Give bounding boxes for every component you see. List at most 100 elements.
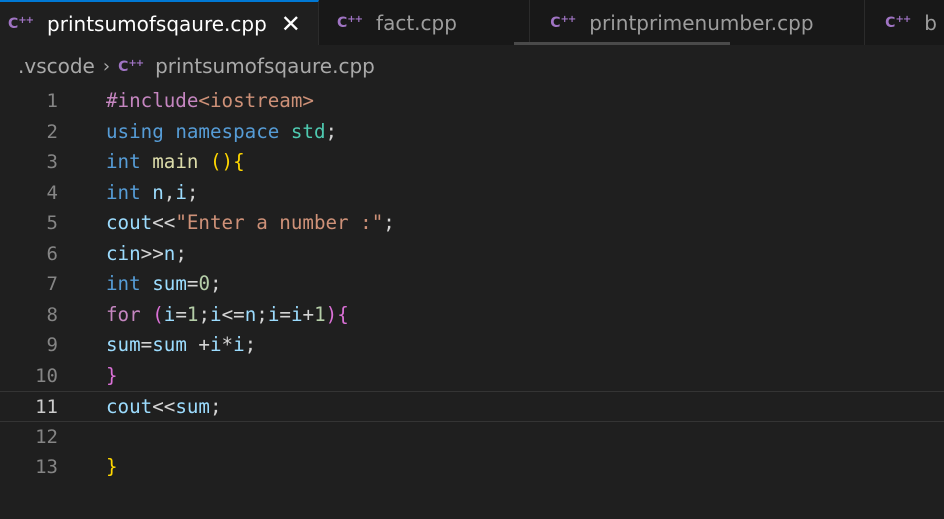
code-token: =: [140, 333, 153, 356]
code-token: sum: [106, 333, 141, 356]
code-token: sum: [175, 395, 210, 418]
code-token: i: [267, 302, 280, 326]
code-line[interactable]: 6 cin>>n;: [0, 239, 944, 270]
code-token: >>: [140, 241, 164, 265]
code-line[interactable]: 4 int n,i;: [0, 178, 944, 209]
code-line[interactable]: 13}: [0, 452, 944, 483]
code-token: ;: [244, 333, 257, 356]
line-number: 3: [46, 151, 58, 173]
code-token: for: [106, 302, 141, 326]
code-text: int sum=0;: [106, 269, 222, 299]
code-token: =: [186, 272, 199, 295]
line-number: 4: [46, 181, 58, 204]
cpp-file-icon: C++: [336, 14, 363, 31]
line-number: 10: [35, 364, 58, 387]
line-number: 12: [35, 425, 58, 448]
code-token: 1: [314, 302, 326, 326]
code-line[interactable]: 9 sum=sum +i*i;: [0, 330, 944, 361]
code-token: using: [106, 119, 164, 143]
code-token: std: [290, 119, 326, 143]
tab-fact[interactable]: C++ fact.cpp: [318, 0, 531, 45]
tab-label: printsumofsqaure.cpp: [47, 11, 267, 36]
code-token: n: [244, 302, 257, 326]
code-token: <iostream>: [198, 89, 314, 112]
tab-bar: C++ printsumofsqaure.cpp ✕ C++ fact.cpp …: [0, 0, 944, 45]
code-line[interactable]: 3 int main (){: [0, 147, 944, 178]
code-text: cout<<"Enter a number :";: [106, 208, 395, 238]
code-line[interactable]: 5 cout<<"Enter a number :";: [0, 208, 944, 239]
code-token: i: [233, 333, 245, 356]
code-token: =: [279, 302, 291, 326]
code-token: int: [106, 180, 141, 204]
close-icon[interactable]: ✕: [281, 12, 301, 36]
code-line[interactable]: 7 int sum=0;: [0, 269, 944, 300]
cpp-file-icon: C++: [118, 57, 144, 75]
line-number: 7: [46, 273, 58, 295]
tab-label: fact.cpp: [376, 10, 457, 35]
line-number: 13: [35, 456, 58, 478]
breadcrumb: .vscode › C++ printsumofsqaure.cpp: [0, 45, 944, 87]
code-line[interactable]: 2 using namespace std;: [0, 117, 944, 148]
code-text: #include<iostream>: [106, 86, 314, 116]
code-token: ): [325, 302, 338, 326]
line-number: 1: [46, 90, 58, 112]
code-token: i: [163, 302, 176, 326]
chevron-right-icon: ›: [102, 55, 111, 77]
code-token: ;: [256, 302, 268, 326]
code-token: cin: [106, 241, 141, 265]
tab-printsumofsqaure[interactable]: C++ printsumofsqaure.cpp ✕: [0, 0, 319, 45]
tab-printprimenumber[interactable]: C++ printprimenumber.cpp: [530, 0, 866, 45]
code-line[interactable]: 11 cout<<sum;: [0, 391, 944, 422]
code-token: *: [221, 333, 234, 356]
breadcrumb-file[interactable]: printsumofsqaure.cpp: [155, 54, 375, 78]
cpp-file-icon: C++: [550, 14, 576, 31]
breadcrumb-folder[interactable]: .vscode: [18, 54, 95, 78]
code-line[interactable]: 1 #include<iostream>: [0, 86, 944, 117]
code-line[interactable]: 12: [0, 422, 944, 453]
code-line[interactable]: 8 for (i=1;i<=n;i=i+1){: [0, 300, 944, 331]
line-number: 9: [46, 334, 58, 356]
line-number: 6: [46, 242, 58, 265]
code-editor[interactable]: 1 #include<iostream> 2 using namespace std;…: [0, 86, 944, 519]
code-token: =: [175, 302, 187, 326]
line-number: 2: [46, 120, 58, 143]
line-number: 5: [46, 212, 58, 234]
code-text: int main (){: [106, 147, 245, 177]
code-token: ;: [175, 241, 187, 265]
code-token: sum: [152, 272, 187, 295]
code-token: <=: [221, 302, 245, 326]
cpp-file-icon: C++: [885, 14, 911, 31]
code-token: ,: [163, 180, 176, 204]
code-text: int n,i;: [106, 178, 198, 208]
code-token: ;: [198, 302, 211, 326]
code-token: 0: [198, 272, 210, 295]
code-token: ;: [325, 119, 338, 143]
tab-b[interactable]: C++ b: [865, 0, 944, 45]
code-token: <<: [152, 395, 176, 418]
code-token: }: [106, 363, 118, 387]
code-token: (): [210, 150, 234, 173]
code-line[interactable]: 10}: [0, 361, 944, 392]
code-text: cin>>n;: [106, 239, 187, 269]
cpp-file-icon: C++: [8, 15, 34, 32]
code-token: +: [186, 333, 210, 356]
code-token: +: [302, 302, 315, 326]
code-token: i: [290, 302, 303, 326]
code-token: "Enter a number :": [175, 211, 384, 234]
code-token: n: [163, 241, 176, 265]
code-text: }: [106, 361, 118, 391]
code-token: ;: [210, 272, 222, 295]
code-token: namespace: [175, 119, 280, 143]
tab-label: b: [924, 10, 937, 35]
code-token: ;: [209, 395, 222, 418]
code-token: int: [106, 272, 141, 295]
code-token: 1: [186, 302, 199, 326]
line-number: 8: [46, 303, 58, 326]
code-token: i: [209, 333, 222, 356]
code-token: main: [152, 150, 199, 173]
